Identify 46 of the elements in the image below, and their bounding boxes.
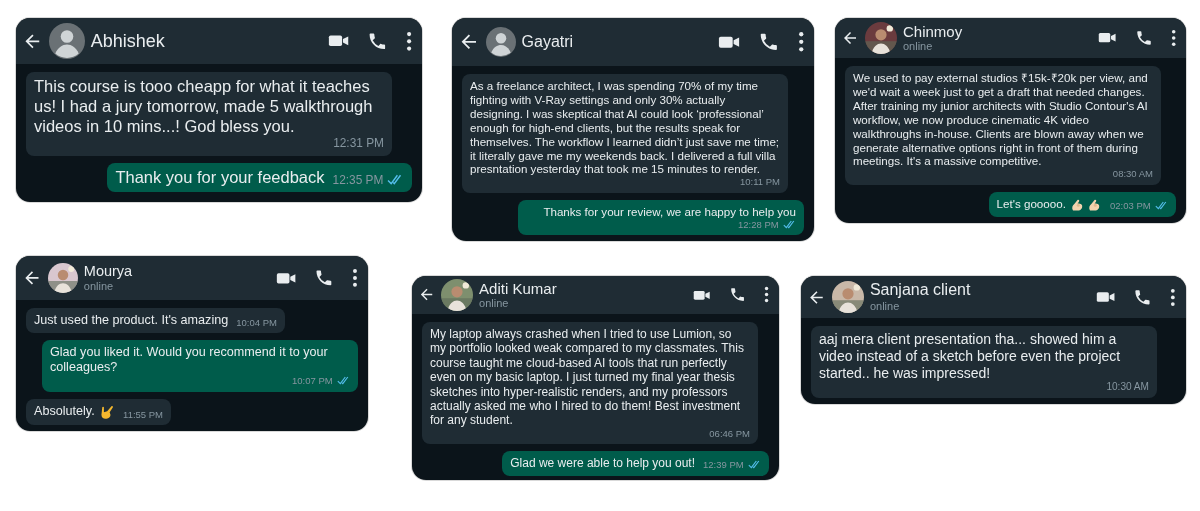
message-time: 12:39 PM [703, 459, 744, 471]
message-text: My laptop always crashed when I tried to use Lumion, so my portfolio looked weak compared to my classmates. This course taught me cloud-based AI tools that run perfectly even on my basic laptop. I just turned my final year thesis sketches into hyper-realistic renders, and my professors actually asked me who I hired to do them! Best investment for any student. [430, 327, 745, 428]
more-options-icon[interactable] [352, 268, 358, 288]
message-time: 12:28 PM [738, 218, 779, 231]
message-text: Just used the product. It's amazing [34, 313, 229, 329]
message-text: Thank you for your feedback [115, 167, 325, 188]
message-text: As a freelance architect, I was spending 70% of my time fighting with V-Ray settings and only 30% actually designing. I was skeptical that AI could look ‘professional’ enough for high-end clients, but the results speak for themselves. The workflow I learned didn’t just save me time; it literally gave me my weekends back. I delivered a full villa presntation yesterday that took me 15 minutes to render. [470, 79, 780, 177]
contact-status: online [869, 299, 901, 313]
message-time: 10:11 PM [740, 176, 780, 188]
hand-sign-icon [98, 403, 116, 421]
message-text: Let's gooooo. [996, 197, 1066, 212]
more-options-icon[interactable] [797, 31, 804, 53]
message-time: 12:35 PM [332, 173, 384, 188]
message-text: Thanks for your review, we are happy to help you [543, 204, 796, 219]
avatar-icon [485, 27, 516, 57]
contact-name: Chinmoy [903, 23, 964, 41]
avatar-icon [48, 23, 85, 59]
message-time: 08:30 AM [1112, 168, 1153, 180]
message-time: 10:04 PM [236, 316, 277, 329]
contact-name: Mourya [83, 263, 134, 280]
message-time: 12:31 PM [333, 136, 384, 151]
more-options-icon[interactable] [1170, 29, 1176, 47]
message-time: 02:03 PM [1110, 200, 1151, 212]
message-text: Glad we were able to help you out! [510, 456, 696, 471]
message-time: 06:46 PM [709, 427, 750, 440]
contact-status: online [83, 280, 115, 293]
contact-name: Gayatri [521, 32, 575, 52]
message-time: 10:07 PM [292, 375, 333, 387]
contact-name: Abhishek [90, 30, 166, 52]
more-options-icon[interactable] [1170, 287, 1176, 307]
contact-name: Aditi Kumar [479, 280, 558, 298]
contact-status: online [479, 297, 510, 310]
contact-name: Sanjana client [869, 281, 972, 300]
message-text: Absolutely. [34, 404, 95, 420]
phone-icon[interactable] [1134, 29, 1153, 47]
more-options-icon[interactable] [405, 30, 412, 52]
message-time: 11:55 PM [123, 408, 163, 421]
message-text: This course is tooo cheapp for what it teaches us! I had a jury tomorrow, made 5 walkthrough videos in 10 mins...! God bless you. [34, 77, 374, 137]
message-text: aaj mera client presentation tha... showed him a video instead of a sketch before even the project started.. he was impressed! [819, 331, 1122, 382]
contact-status: online [903, 40, 934, 53]
message-text: Glad you liked it. Would you recommend it to your colleagues? [50, 345, 329, 376]
message-text: We used to pay external studios ₹15k-₹20k per view, and we'd wait a week just to get a draft that needed changes. After training my junior architects with Studio Contour's AI workflow, we now produce cinematic 4K video walkthroughs in-house. Clients are blown away when we generate alternative options right in front of them during meetings. It's a massive competitive. [853, 71, 1149, 169]
more-options-icon[interactable] [763, 286, 769, 304]
message-time: 10:30 AM [1106, 381, 1149, 394]
phone-icon[interactable] [1133, 287, 1153, 307]
phone-icon[interactable] [728, 286, 746, 304]
